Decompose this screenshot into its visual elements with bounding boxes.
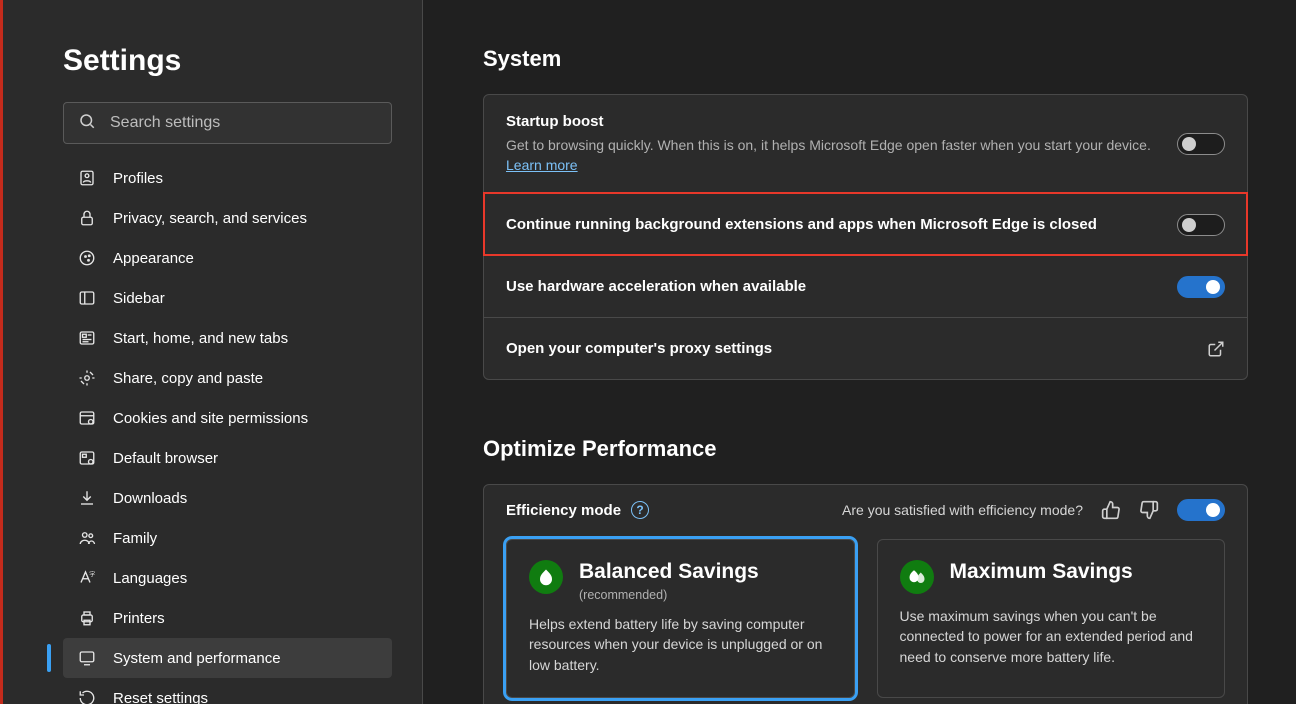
balanced-recommended: (recommended)	[579, 588, 759, 602]
startup-boost-toggle[interactable]	[1177, 133, 1225, 155]
nav-icon: 字	[75, 569, 99, 587]
search-icon	[78, 112, 96, 135]
nav-item-profiles[interactable]: Profiles	[63, 158, 392, 198]
startup-boost-desc: Get to browsing quickly. When this is on…	[506, 136, 1161, 175]
search-input[interactable]	[110, 114, 377, 132]
nav-item-languages[interactable]: 字 Languages	[63, 558, 392, 598]
nav-label: Family	[113, 530, 157, 547]
open-external-icon	[1207, 340, 1225, 358]
nav-icon	[75, 649, 99, 667]
hw-accel-toggle[interactable]	[1177, 276, 1225, 298]
main-content: System Startup boost Get to browsing qui…	[423, 0, 1296, 704]
nav-label: Cookies and site permissions	[113, 410, 308, 427]
thumbs-up-icon[interactable]	[1101, 500, 1121, 520]
max-title: Maximum Savings	[950, 560, 1133, 584]
nav-icon	[75, 409, 99, 427]
efficiency-toggle[interactable]	[1177, 499, 1225, 521]
nav-item-sidebar[interactable]: Sidebar	[63, 278, 392, 318]
proxy-title: Open your computer's proxy settings	[506, 340, 1191, 357]
nav-label: Appearance	[113, 250, 194, 267]
settings-sidebar: Settings Profiles Privacy, search, and se…	[3, 0, 423, 704]
background-apps-title: Continue running background extensions a…	[506, 216, 1161, 233]
nav-label: Printers	[113, 610, 165, 627]
page-title: Settings	[63, 44, 392, 78]
nav-item-default-browser[interactable]: Default browser	[63, 438, 392, 478]
proxy-row[interactable]: Open your computer's proxy settings	[484, 317, 1247, 379]
nav-label: Profiles	[113, 170, 163, 187]
system-card: Startup boost Get to browsing quickly. W…	[483, 94, 1248, 380]
search-input-wrap[interactable]	[63, 102, 392, 144]
leaf-icon	[529, 560, 563, 594]
feedback-question: Are you satisfied with efficiency mode?	[842, 502, 1083, 518]
hw-accel-title: Use hardware acceleration when available	[506, 278, 1161, 295]
nav-item-family[interactable]: Family	[63, 518, 392, 558]
nav-label: Privacy, search, and services	[113, 210, 307, 227]
efficiency-header: Efficiency mode ? Are you satisfied with…	[484, 485, 1247, 539]
nav-icon	[75, 249, 99, 267]
thumbs-down-icon[interactable]	[1139, 500, 1159, 520]
nav-label: Downloads	[113, 490, 187, 507]
nav-item-reset-settings[interactable]: Reset settings	[63, 678, 392, 704]
nav-icon	[75, 169, 99, 187]
nav-item-appearance[interactable]: Appearance	[63, 238, 392, 278]
nav-item-start-home-and-new-tabs[interactable]: Start, home, and new tabs	[63, 318, 392, 358]
leaves-icon	[900, 560, 934, 594]
nav-item-share-copy-and-paste[interactable]: Share, copy and paste	[63, 358, 392, 398]
nav-icon	[75, 449, 99, 467]
startup-boost-title: Startup boost	[506, 113, 1161, 130]
svg-text:字: 字	[89, 571, 95, 579]
nav-label: Default browser	[113, 450, 218, 467]
nav-item-cookies-and-site-permissions[interactable]: Cookies and site permissions	[63, 398, 392, 438]
maximum-savings-card[interactable]: Maximum Savings Use maximum savings when…	[877, 539, 1226, 698]
startup-boost-row: Startup boost Get to browsing quickly. W…	[484, 95, 1247, 193]
background-apps-row: Continue running background extensions a…	[484, 193, 1247, 255]
nav-icon	[75, 689, 99, 704]
nav-icon	[75, 369, 99, 387]
balanced-title: Balanced Savings	[579, 560, 759, 584]
nav-icon	[75, 329, 99, 347]
background-apps-toggle[interactable]	[1177, 214, 1225, 236]
balanced-desc: Helps extend battery life by saving comp…	[529, 614, 832, 675]
hw-accel-row: Use hardware acceleration when available	[484, 255, 1247, 317]
max-desc: Use maximum savings when you can't be co…	[900, 606, 1203, 667]
balanced-savings-card[interactable]: Balanced Savings (recommended) Helps ext…	[506, 539, 855, 698]
efficiency-label: Efficiency mode	[506, 502, 621, 519]
nav-label: System and performance	[113, 650, 281, 667]
nav-label: Languages	[113, 570, 187, 587]
nav-icon	[75, 529, 99, 547]
startup-learn-more-link[interactable]: Learn more	[506, 157, 578, 173]
nav-label: Start, home, and new tabs	[113, 330, 288, 347]
optimize-card: Efficiency mode ? Are you satisfied with…	[483, 484, 1248, 704]
nav-icon	[75, 289, 99, 307]
nav-item-downloads[interactable]: Downloads	[63, 478, 392, 518]
nav-icon	[75, 609, 99, 627]
nav-label: Share, copy and paste	[113, 370, 263, 387]
nav-label: Reset settings	[113, 690, 208, 704]
nav-item-privacy-search-and-services[interactable]: Privacy, search, and services	[63, 198, 392, 238]
nav-icon	[75, 489, 99, 507]
nav-icon	[75, 209, 99, 227]
settings-nav: Profiles Privacy, search, and services App…	[63, 158, 392, 704]
nav-item-printers[interactable]: Printers	[63, 598, 392, 638]
nav-item-system-and-performance[interactable]: System and performance	[63, 638, 392, 678]
help-icon[interactable]: ?	[631, 501, 649, 519]
optimize-heading: Optimize Performance	[483, 436, 1248, 462]
nav-label: Sidebar	[113, 290, 165, 307]
system-heading: System	[483, 46, 1248, 72]
